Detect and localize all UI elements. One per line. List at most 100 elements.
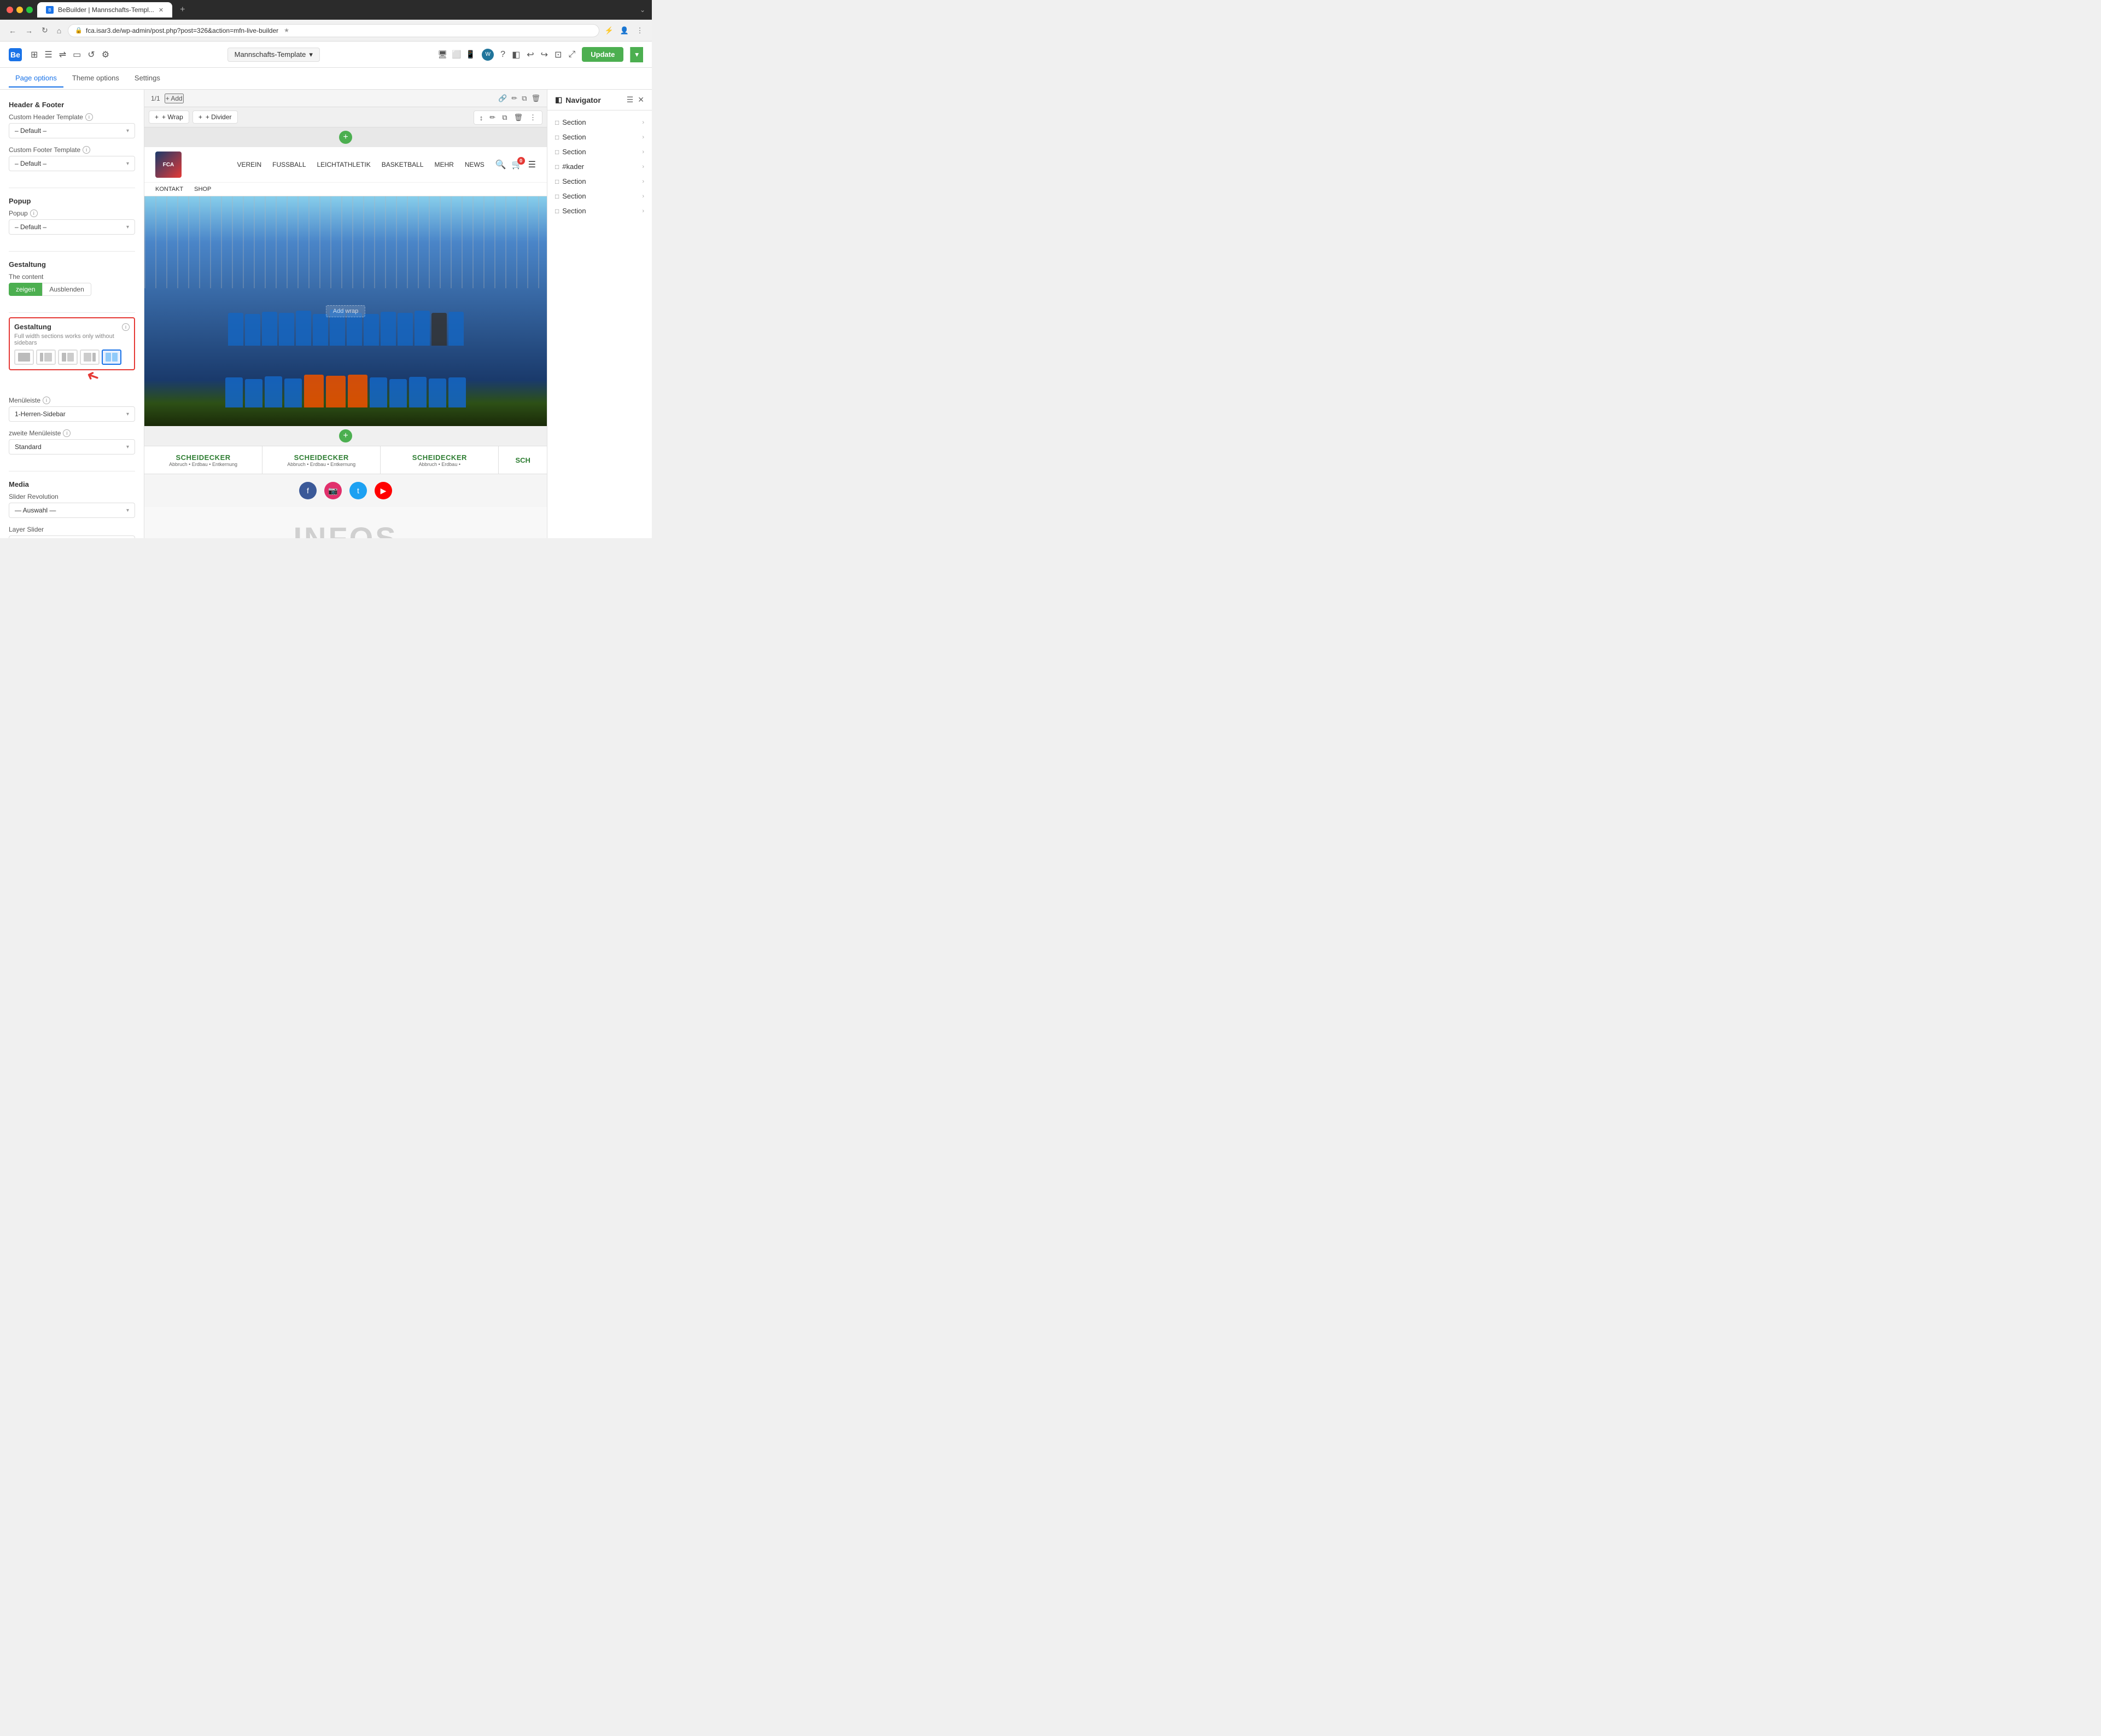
- zweite-menuleiste-select[interactable]: Standard ▾: [9, 439, 135, 455]
- add-section-mid-button[interactable]: +: [339, 429, 352, 442]
- home-button[interactable]: ⌂: [55, 25, 63, 36]
- redo-icon[interactable]: ↪: [541, 49, 548, 60]
- forward-button[interactable]: →: [23, 25, 35, 36]
- layout-option-1[interactable]: [14, 349, 34, 365]
- custom-footer-info-icon[interactable]: i: [83, 146, 90, 154]
- nav-item-6[interactable]: □ Section ›: [547, 189, 652, 203]
- window-controls[interactable]: ⌄: [640, 6, 645, 14]
- custom-footer-select[interactable]: – Default – ▾: [9, 156, 135, 171]
- mobile-view-icon[interactable]: 📱: [466, 50, 475, 59]
- preview-icon[interactable]: ⊡: [555, 49, 562, 60]
- reload-button[interactable]: ↻: [39, 25, 50, 36]
- tab-settings[interactable]: Settings: [128, 69, 167, 88]
- layer-slider-select[interactable]: — Auswahl — ▾: [9, 535, 135, 538]
- popup-info-icon[interactable]: i: [30, 209, 38, 217]
- navigator-close-icon[interactable]: ✕: [638, 95, 644, 104]
- navigator-list-icon[interactable]: ☰: [627, 95, 634, 104]
- nav-item-4[interactable]: □ #kader ›: [547, 159, 652, 174]
- tab-page-options[interactable]: Page options: [9, 69, 63, 88]
- custom-header-select[interactable]: – Default – ▾: [9, 123, 135, 138]
- slider-revolution-select[interactable]: — Auswahl — ▾: [9, 503, 135, 518]
- gestaltung1-title: Gestaltung: [9, 260, 135, 269]
- sponsor-3: SCHEIDECKER Abbruch • Erdbau •: [381, 446, 499, 474]
- twitter-icon[interactable]: t: [349, 482, 367, 499]
- delete-icon[interactable]: 🗑: [531, 94, 540, 103]
- tab-theme-options[interactable]: Theme options: [66, 69, 126, 88]
- nav-item-1[interactable]: □ Section ›: [547, 115, 652, 130]
- nav-item-2[interactable]: □ Section ›: [547, 130, 652, 144]
- settings-icon[interactable]: ⚙: [102, 49, 109, 60]
- instagram-icon[interactable]: 📷: [324, 482, 342, 499]
- layout-option-4[interactable]: [80, 349, 100, 365]
- nav-fussball[interactable]: FUSSBALL: [272, 161, 306, 168]
- divider-button[interactable]: + + Divider: [192, 110, 238, 124]
- help-icon[interactable]: ?: [500, 50, 505, 60]
- address-bar[interactable]: 🔒 fca.isar3.de/wp-admin/post.php?post=32…: [68, 24, 599, 37]
- edit-icon[interactable]: ✏: [511, 94, 517, 103]
- undo-icon[interactable]: ↩: [527, 49, 534, 60]
- copy-icon[interactable]: ⧉: [522, 94, 527, 103]
- custom-header-info-icon[interactable]: i: [85, 113, 93, 121]
- desktop-view-icon[interactable]: 🖥: [438, 50, 448, 59]
- update-button[interactable]: Update: [582, 47, 623, 62]
- layout-option-3[interactable]: [58, 349, 78, 365]
- close-button[interactable]: [7, 7, 13, 13]
- nav-news[interactable]: NEWS: [465, 161, 485, 168]
- grid-icon[interactable]: ⊞: [31, 49, 38, 60]
- nav-leichtathletik[interactable]: LEICHTATHLETIK: [317, 161, 371, 168]
- swap-icon[interactable]: ⇌: [59, 49, 66, 60]
- update-dropdown-button[interactable]: ▾: [630, 47, 643, 62]
- nav-item-5[interactable]: □ Section ›: [547, 174, 652, 189]
- menuleiste-select[interactable]: 1-Herren-Sidebar ▾: [9, 406, 135, 422]
- add-section-top-button[interactable]: +: [339, 131, 352, 144]
- el-copy-icon[interactable]: ⧉: [500, 112, 509, 123]
- layout-option-2[interactable]: [36, 349, 56, 365]
- nav-mehr[interactable]: MEHR: [434, 161, 453, 168]
- wrap-button[interactable]: + + Wrap: [149, 110, 189, 124]
- nav-basketball[interactable]: BASKETBALL: [382, 161, 424, 168]
- canvas-area[interactable]: + FCA VEREIN: [144, 127, 547, 538]
- layout-option-5[interactable]: [102, 349, 121, 365]
- el-more-icon[interactable]: ⋮: [527, 112, 539, 123]
- fullscreen-icon[interactable]: ⤢: [568, 50, 575, 60]
- nav-verein[interactable]: VEREIN: [237, 161, 261, 168]
- zweite-menuleiste-info-icon[interactable]: i: [63, 429, 71, 437]
- el-delete-icon[interactable]: 🗑: [511, 112, 525, 123]
- menuleiste-info-icon[interactable]: i: [43, 397, 50, 404]
- nav-item-7[interactable]: □ Section ›: [547, 203, 652, 218]
- new-tab-button[interactable]: +: [177, 4, 188, 16]
- hamburger-menu-icon[interactable]: ☰: [528, 159, 536, 170]
- back-button[interactable]: ←: [7, 25, 19, 36]
- tab-close-icon[interactable]: ✕: [159, 7, 164, 14]
- extensions-icon[interactable]: ⚡: [604, 25, 615, 36]
- toggle-show-button[interactable]: zeigen: [9, 283, 42, 296]
- el-edit-icon[interactable]: ✏: [487, 112, 498, 123]
- popup-select[interactable]: – Default – ▾: [9, 219, 135, 235]
- add-page-button[interactable]: + Add: [165, 94, 184, 103]
- layout-icon[interactable]: ▭: [73, 49, 81, 60]
- toggle-hide-button[interactable]: Ausblenden: [42, 283, 91, 296]
- profile-icon[interactable]: 👤: [619, 25, 630, 36]
- template-selector[interactable]: Mannschafts-Template ▾: [227, 48, 320, 62]
- youtube-icon[interactable]: ▶: [375, 482, 392, 499]
- search-icon[interactable]: 🔍: [495, 159, 506, 170]
- maximize-button[interactable]: [26, 7, 33, 13]
- more-icon[interactable]: ⋮: [634, 25, 645, 36]
- el-move-icon[interactable]: ↕: [477, 112, 486, 123]
- history-icon[interactable]: ↺: [87, 49, 95, 60]
- nav-item-3[interactable]: □ Section ›: [547, 144, 652, 159]
- facebook-icon[interactable]: f: [299, 482, 317, 499]
- wordpress-icon[interactable]: W: [482, 49, 494, 61]
- tab-favicon: B: [46, 6, 54, 14]
- nav-shop[interactable]: SHOP: [194, 186, 211, 193]
- add-wrap-hint[interactable]: Add wrap: [326, 305, 365, 317]
- tablet-view-icon[interactable]: ⬜: [452, 50, 461, 59]
- link-icon[interactable]: 🔗: [498, 94, 507, 103]
- nav-kontakt[interactable]: KONTAKT: [155, 186, 183, 193]
- cart-icon[interactable]: 🛒 0: [512, 159, 523, 170]
- columns-icon[interactable]: ☰: [44, 49, 52, 60]
- browser-tab[interactable]: B BeBuilder | Mannschafts-Templ... ✕: [37, 2, 172, 18]
- minimize-button[interactable]: [16, 7, 23, 13]
- layers-icon[interactable]: ◧: [512, 49, 520, 60]
- gestaltung2-info-icon[interactable]: i: [122, 323, 130, 331]
